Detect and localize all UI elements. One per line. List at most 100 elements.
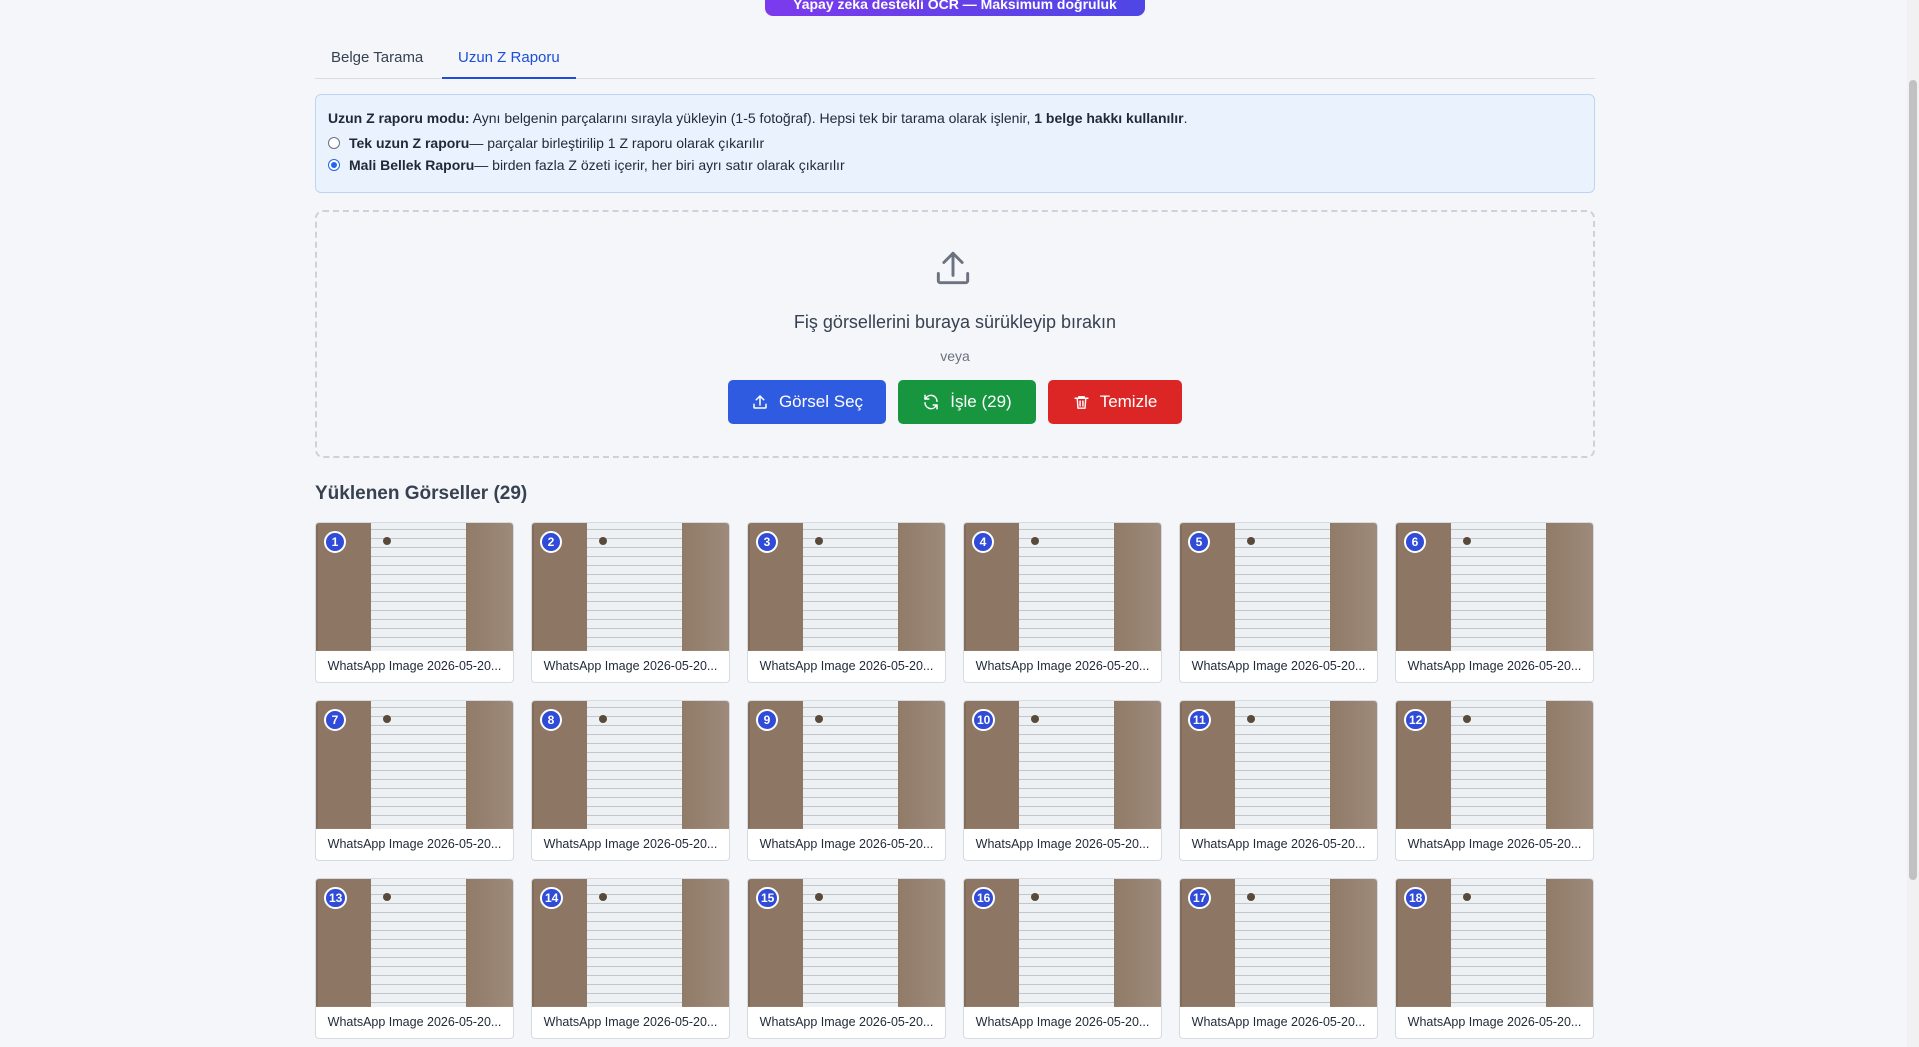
uploaded-image-card[interactable]: 7 WhatsApp Image 2026-05-20...: [315, 700, 514, 861]
image-filename: WhatsApp Image 2026-05-20...: [543, 837, 718, 851]
receipt-paper: [1019, 701, 1114, 829]
image-order-badge: 10: [972, 709, 996, 731]
image-order-badge: 17: [1188, 887, 1212, 909]
uploaded-image-card[interactable]: 8 WhatsApp Image 2026-05-20...: [531, 700, 730, 861]
uploaded-image-card[interactable]: 1 WhatsApp Image 2026-05-20...: [315, 522, 514, 683]
receipt-paper: [803, 701, 898, 829]
uploaded-image-card[interactable]: 13 WhatsApp Image 2026-05-20...: [315, 878, 514, 1039]
or-separator: veya: [940, 348, 970, 364]
option-title: Mali Bellek Raporu: [349, 156, 475, 173]
image-filename: WhatsApp Image 2026-05-20...: [759, 1015, 934, 1029]
image-filename: WhatsApp Image 2026-05-20...: [327, 1015, 502, 1029]
mode-info-box: Uzun Z raporu modu: Aynı belgenin parçal…: [315, 94, 1595, 193]
image-filename: WhatsApp Image 2026-05-20...: [327, 837, 502, 851]
upload-icon: [753, 395, 767, 409]
uploaded-image-card[interactable]: 5 WhatsApp Image 2026-05-20...: [1179, 522, 1378, 683]
receipt-paper: [803, 523, 898, 651]
image-filename: WhatsApp Image 2026-05-20...: [975, 837, 1150, 851]
banner-text: Yapay zeka destekli OCR — Maksimum doğru…: [793, 0, 1117, 12]
image-filename: WhatsApp Image 2026-05-20...: [1407, 659, 1582, 673]
mode-label: Uzun Z raporu modu:: [328, 110, 470, 126]
receipt-paper: [1235, 879, 1330, 1007]
refresh-icon: [924, 394, 939, 410]
receipt-paper: [371, 701, 466, 829]
image-order-badge: 18: [1404, 887, 1428, 909]
option-desc: — parçalar birleştirilip 1 Z raporu olar…: [469, 134, 765, 151]
receipt-paper: [371, 523, 466, 651]
option-title: Tek uzun Z raporu: [349, 134, 470, 151]
image-order-badge: 13: [324, 887, 348, 909]
upload-icon: [936, 251, 970, 285]
image-filename: WhatsApp Image 2026-05-20...: [1407, 837, 1582, 851]
tab-bar: Belge Tarama Uzun Z Raporu: [315, 44, 1595, 79]
uploaded-image-card[interactable]: 14 WhatsApp Image 2026-05-20...: [531, 878, 730, 1039]
image-order-badge: 8: [540, 709, 562, 731]
mode-description: Uzun Z raporu modu: Aynı belgenin parçal…: [328, 107, 1582, 129]
uploaded-image-card[interactable]: 2 WhatsApp Image 2026-05-20...: [531, 522, 730, 683]
file-drop-zone[interactable]: Fiş görsellerini buraya sürükleyip bırak…: [315, 210, 1595, 458]
uploaded-image-card[interactable]: 4 WhatsApp Image 2026-05-20...: [963, 522, 1162, 683]
image-filename: WhatsApp Image 2026-05-20...: [1407, 1015, 1582, 1029]
tab-belge-tarama[interactable]: Belge Tarama: [315, 44, 439, 77]
image-filename: WhatsApp Image 2026-05-20...: [543, 1015, 718, 1029]
image-order-badge: 14: [540, 887, 564, 909]
uploaded-image-card[interactable]: 16 WhatsApp Image 2026-05-20...: [963, 878, 1162, 1039]
radio-mali-bellek[interactable]: [328, 158, 340, 171]
select-image-label: Görsel Seç: [778, 392, 864, 411]
clear-label: Temizle: [1099, 392, 1158, 411]
image-order-badge: 12: [1404, 709, 1428, 731]
clear-button[interactable]: Temizle: [1048, 380, 1182, 424]
image-order-badge: 2: [540, 531, 562, 553]
uploaded-image-card[interactable]: 9 WhatsApp Image 2026-05-20...: [747, 700, 946, 861]
image-filename: WhatsApp Image 2026-05-20...: [975, 659, 1150, 673]
uploaded-image-card[interactable]: 12 WhatsApp Image 2026-05-20...: [1395, 700, 1594, 861]
image-order-badge: 7: [324, 709, 346, 731]
receipt-paper: [1451, 879, 1546, 1007]
image-filename: WhatsApp Image 2026-05-20...: [1191, 1015, 1366, 1029]
image-filename: WhatsApp Image 2026-05-20...: [1191, 837, 1366, 851]
image-order-badge: 3: [756, 531, 778, 553]
image-filename: WhatsApp Image 2026-05-20...: [327, 659, 502, 673]
receipt-paper: [1235, 523, 1330, 651]
receipt-paper: [1451, 701, 1546, 829]
process-button[interactable]: İşle (29): [898, 380, 1036, 424]
image-order-badge: 1: [324, 531, 346, 553]
image-order-badge: 9: [756, 709, 778, 731]
receipt-paper: [1019, 879, 1114, 1007]
uploaded-image-card[interactable]: 15 WhatsApp Image 2026-05-20...: [747, 878, 946, 1039]
mode-period: .: [1183, 110, 1188, 126]
uploaded-images-title: Yüklenen Görseller (29): [315, 483, 528, 504]
image-filename: WhatsApp Image 2026-05-20...: [759, 659, 934, 673]
image-filename: WhatsApp Image 2026-05-20...: [759, 837, 934, 851]
uploaded-image-card[interactable]: 18 WhatsApp Image 2026-05-20...: [1395, 878, 1594, 1039]
mode-bold-end: 1 belge hakkı kullanılır: [1034, 110, 1184, 126]
uploaded-image-card[interactable]: 6 WhatsApp Image 2026-05-20...: [1395, 522, 1594, 683]
mode-text: Aynı belgenin parçalarını sırayla yükley…: [469, 110, 1035, 126]
option-mali-bellek[interactable]: Mali Bellek Raporu — birden fazla Z özet…: [328, 151, 1582, 178]
image-order-badge: 4: [972, 531, 994, 553]
drop-instructions: Fiş görsellerini buraya sürükleyip bırak…: [793, 312, 1117, 332]
receipt-paper: [1451, 523, 1546, 651]
image-filename: WhatsApp Image 2026-05-20...: [1191, 659, 1366, 673]
select-image-button[interactable]: Görsel Seç: [728, 380, 886, 424]
receipt-paper: [1019, 523, 1114, 651]
uploaded-image-card[interactable]: 3 WhatsApp Image 2026-05-20...: [747, 522, 946, 683]
tab-uzun-z-raporu[interactable]: Uzun Z Raporu: [442, 44, 576, 79]
image-order-badge: 16: [972, 887, 996, 909]
scrollbar-thumb[interactable]: [1909, 80, 1917, 880]
radio-tek-uzun-z[interactable]: [328, 136, 340, 149]
page-scrollbar[interactable]: [1907, 0, 1919, 1047]
ai-ocr-banner: Yapay zeka destekli OCR — Maksimum doğru…: [765, 0, 1145, 16]
image-filename: WhatsApp Image 2026-05-20...: [543, 659, 718, 673]
receipt-paper: [803, 879, 898, 1007]
trash-icon: [1074, 395, 1089, 409]
receipt-paper: [587, 523, 682, 651]
uploaded-image-card[interactable]: 17 WhatsApp Image 2026-05-20...: [1179, 878, 1378, 1039]
uploaded-image-card[interactable]: 11 WhatsApp Image 2026-05-20...: [1179, 700, 1378, 861]
uploaded-image-card[interactable]: 10 WhatsApp Image 2026-05-20...: [963, 700, 1162, 861]
receipt-paper: [1235, 701, 1330, 829]
image-order-badge: 6: [1404, 531, 1426, 553]
image-order-badge: 5: [1188, 531, 1210, 553]
receipt-paper: [587, 701, 682, 829]
option-desc: — birden fazla Z özeti içerir, her biri …: [474, 156, 845, 173]
